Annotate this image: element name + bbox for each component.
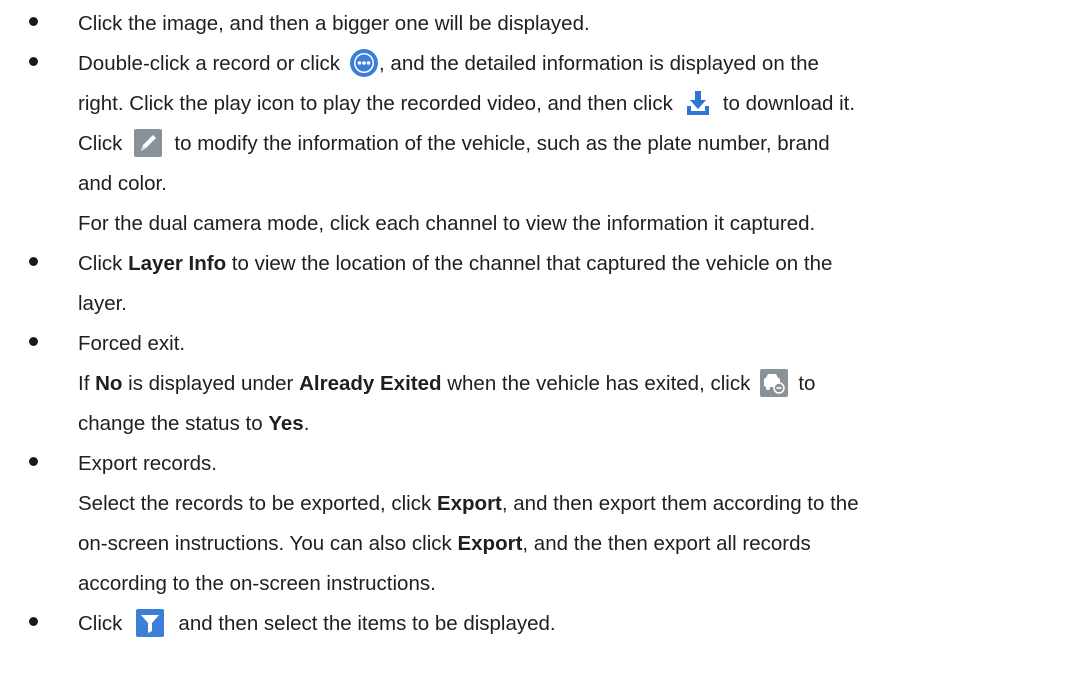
item-text-line: Click and then select the items to be di…	[78, 604, 1060, 644]
already-exited-label: Already Exited	[299, 372, 442, 395]
item-text-line: and color.	[78, 172, 167, 195]
instruction-list: Click the image, and then a bigger one w…	[0, 0, 1070, 644]
item-text-line: Select the records to be exported, click…	[78, 492, 859, 515]
item-text-line: If No is displayed under Already Exited …	[78, 364, 1060, 404]
filter-funnel-icon[interactable]	[136, 608, 165, 637]
item-text-line: For the dual camera mode, click each cha…	[78, 212, 816, 235]
edit-pencil-icon[interactable]	[134, 128, 163, 157]
export-label: Export	[457, 532, 523, 555]
item-text-line: Export records.	[78, 452, 217, 475]
bullet-icon	[29, 457, 38, 466]
list-item: Click and then select the items to be di…	[0, 604, 1070, 644]
item-text-line: Click to modify the information of the v…	[78, 124, 1060, 164]
export-label: Export	[436, 492, 502, 515]
no-label: No	[95, 372, 123, 395]
bullet-icon	[29, 257, 38, 266]
item-text-line: according to the on-screen instructions.	[78, 572, 436, 595]
list-item: Click the image, and then a bigger one w…	[0, 4, 1070, 44]
item-text-line: on-screen instructions. You can also cli…	[78, 532, 811, 555]
item-text-line: layer.	[78, 292, 127, 315]
layer-info-label: Layer Info	[128, 252, 227, 275]
bullet-icon	[29, 17, 38, 26]
list-item: Export records. Select the records to be…	[0, 444, 1070, 604]
vehicle-exit-icon[interactable]	[760, 368, 789, 397]
item-text-line: Click Layer Info to view the location of…	[78, 252, 833, 275]
bullet-icon	[29, 617, 38, 626]
list-item: Forced exit. If No is displayed under Al…	[0, 324, 1070, 444]
list-item: Double-click a record or click , and the…	[0, 44, 1070, 244]
item-text-line: right. Click the play icon to play the r…	[78, 84, 1060, 124]
bullet-icon	[29, 57, 38, 66]
item-text-line: Forced exit.	[78, 332, 186, 355]
download-icon[interactable]	[683, 88, 713, 118]
bullet-icon	[29, 337, 38, 346]
more-circle-icon[interactable]	[349, 48, 379, 78]
item-text: Click the image, and then a bigger one w…	[78, 12, 590, 35]
item-text-line: change the status to Yes.	[78, 412, 310, 435]
list-item: Click Layer Info to view the location of…	[0, 244, 1070, 324]
yes-label: Yes	[268, 412, 304, 435]
item-text-line: Double-click a record or click , and the…	[78, 44, 1060, 84]
